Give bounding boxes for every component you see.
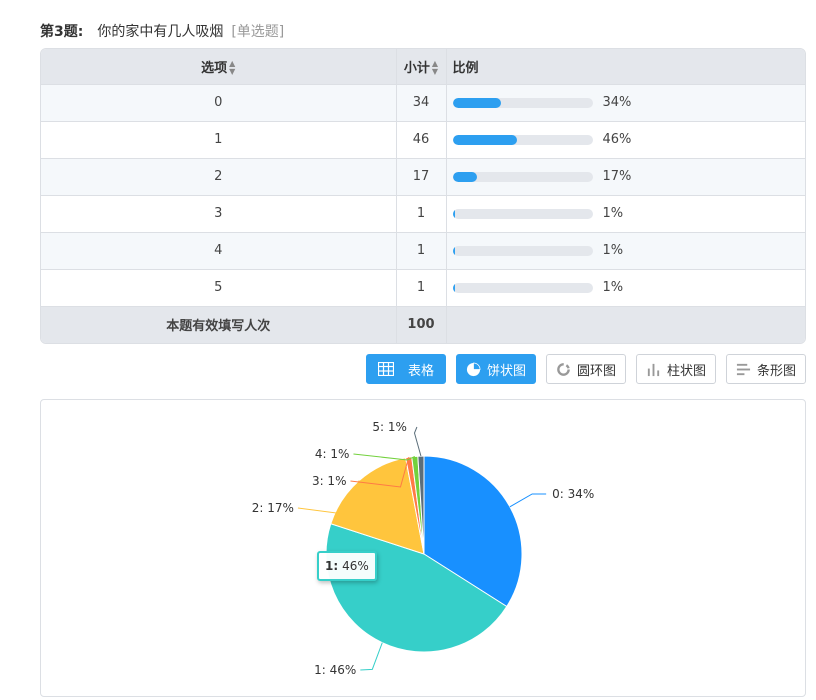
slice-label-3: 3: 1% xyxy=(312,474,347,488)
percent-label: 1% xyxy=(602,280,624,295)
total-row: 本题有效填写人次 100 xyxy=(41,306,805,343)
slice-label-5: 5: 1% xyxy=(372,420,407,434)
progress-bar xyxy=(452,282,593,293)
progress-fill xyxy=(452,245,455,256)
progress-fill xyxy=(452,282,455,293)
option-cell: 1 xyxy=(41,121,397,159)
percent-label: 17% xyxy=(602,169,632,184)
percent-label: 1% xyxy=(602,206,624,221)
progress-bar xyxy=(452,245,593,256)
pie-view-label: 饼状图 xyxy=(486,363,526,379)
ratio-cell: 34% xyxy=(446,84,805,122)
progress-bar xyxy=(452,208,593,219)
table-row: 1 46 46% xyxy=(41,121,805,159)
ratio-cell: 1% xyxy=(446,269,805,307)
sort-icon[interactable]: ▲ ▼ xyxy=(229,60,235,76)
percent-label: 34% xyxy=(602,95,632,110)
question-type: [单选题] xyxy=(231,24,285,40)
question-header: 第3题: 你的家中有几人吸烟 [单选题] xyxy=(40,18,284,44)
tooltip-key: 1: xyxy=(325,559,339,573)
pie-chart-panel: 0: 34% 1: 46% 2: 17% 3: 1% 4: 1% 5: 1% 1: 46% xyxy=(40,399,806,697)
hbar-view-label: 条形图 xyxy=(756,363,796,379)
total-value: 100 xyxy=(396,306,447,343)
label-line-1 xyxy=(360,642,383,671)
sort-icon[interactable]: ▲ ▼ xyxy=(432,60,438,76)
table-row: 3 1 1% xyxy=(41,195,805,233)
percent-label: 1% xyxy=(602,243,624,258)
tooltip-value: 46% xyxy=(342,559,369,573)
bar-view-button[interactable]: 柱状图 xyxy=(636,354,716,384)
option-cell: 3 xyxy=(41,195,397,233)
count-cell: 46 xyxy=(396,121,447,159)
donut-view-button[interactable]: 圆环图 xyxy=(546,354,626,384)
option-cell: 4 xyxy=(41,232,397,270)
table-view-button[interactable]: 表格 xyxy=(366,354,446,384)
results-table: 选项 ▲ ▼ 小计 ▲ ▼ 比例 0 34 34% 1 46 46% 2 17 17% 3 1 1% 4 1 1% 5… xyxy=(40,48,806,344)
percent-label: 46% xyxy=(602,132,632,147)
slice-label-2: 2: 17% xyxy=(252,501,294,515)
table-view-label: 表格 xyxy=(407,363,434,379)
ratio-cell: 46% xyxy=(446,121,805,159)
slice-label-0: 0: 34% xyxy=(552,487,594,501)
count-cell: 1 xyxy=(396,195,447,233)
table-row: 0 34 34% xyxy=(41,84,805,122)
label-line-0 xyxy=(509,493,547,508)
donut-view-label: 圆环图 xyxy=(576,363,616,379)
column-header-ratio: 比例 xyxy=(446,49,805,85)
pie-chart: 0: 34% 1: 46% 2: 17% 3: 1% 4: 1% 5: 1% xyxy=(252,420,595,677)
progress-fill xyxy=(452,134,517,145)
table-header-row: 选项 ▲ ▼ 小计 ▲ ▼ 比例 xyxy=(41,49,805,85)
slice-label-4: 4: 1% xyxy=(315,447,350,461)
progress-bar xyxy=(452,134,593,145)
count-cell: 17 xyxy=(396,158,447,196)
ratio-cell: 17% xyxy=(446,158,805,196)
chart-tooltip: 1: 46% xyxy=(317,551,377,581)
option-cell: 2 xyxy=(41,158,397,196)
column-header-ratio-label: 比例 xyxy=(452,60,479,76)
progress-bar xyxy=(452,171,593,182)
total-empty-cell xyxy=(446,306,805,343)
hbar-chart-icon xyxy=(736,363,751,375)
progress-fill xyxy=(452,97,501,108)
slice-label-1: 1: 46% xyxy=(314,663,356,677)
bar-view-label: 柱状图 xyxy=(666,363,706,379)
donut-icon xyxy=(557,362,570,376)
bar-chart-icon xyxy=(647,363,660,376)
column-header-option-label: 选项 xyxy=(201,60,228,76)
column-header-option[interactable]: 选项 ▲ ▼ xyxy=(41,49,397,85)
ratio-cell: 1% xyxy=(446,232,805,270)
question-number: 第3题: xyxy=(40,24,84,40)
table-row: 2 17 17% xyxy=(41,158,805,196)
ratio-cell: 1% xyxy=(446,195,805,233)
option-cell: 5 xyxy=(41,269,397,307)
total-label: 本题有效填写人次 xyxy=(41,306,397,343)
column-header-count[interactable]: 小计 ▲ ▼ xyxy=(396,49,447,85)
pie-icon xyxy=(466,362,481,376)
count-cell: 1 xyxy=(396,232,447,270)
count-cell: 1 xyxy=(396,269,447,307)
question-title: 你的家中有几人吸烟 xyxy=(97,24,224,40)
table-row: 5 1 1% xyxy=(41,269,805,307)
column-header-count-label: 小计 xyxy=(403,60,430,76)
table-row: 4 1 1% xyxy=(41,232,805,270)
pie-view-button[interactable]: 饼状图 xyxy=(456,354,536,384)
progress-fill xyxy=(452,208,455,219)
table-icon xyxy=(377,362,394,376)
count-cell: 34 xyxy=(396,84,447,122)
progress-bar xyxy=(452,97,593,108)
progress-fill xyxy=(452,171,477,182)
hbar-view-button[interactable]: 条形图 xyxy=(726,354,806,384)
option-cell: 0 xyxy=(41,84,397,122)
label-line-5 xyxy=(413,426,422,457)
